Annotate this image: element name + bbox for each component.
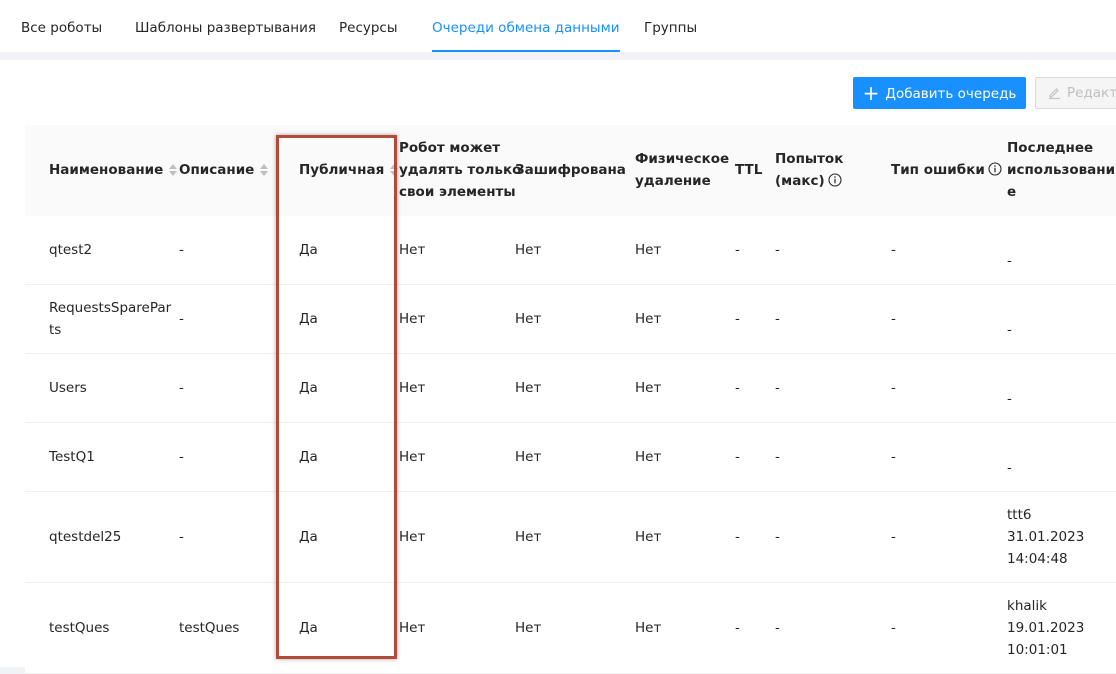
- cell-robot-delete-own: Нет: [399, 380, 426, 396]
- cell-ttl: -: [735, 311, 740, 327]
- cell-public: Да: [299, 311, 318, 327]
- column-header-description[interactable]: Описание: [179, 159, 269, 181]
- table-row[interactable]: testQues testQues Да Нет Нет Нет - - - k…: [25, 583, 1116, 674]
- sort-icon[interactable]: [169, 164, 178, 176]
- tab-bar: Все роботы Шаблоны развертывания Ресурсы…: [0, 0, 1116, 52]
- cell-encrypted: Нет: [515, 242, 542, 258]
- cell-encrypted: Нет: [515, 449, 542, 465]
- cell-description: -: [179, 380, 184, 396]
- table-row[interactable]: Users - Да Нет Нет Нет - - - -: [25, 354, 1116, 423]
- cell-physical-delete: Нет: [635, 242, 662, 258]
- column-header-last-used: Последнее использовани е: [1007, 140, 1116, 200]
- column-header-attempts: Попыток (макс): [775, 151, 844, 189]
- sort-icon[interactable]: [260, 164, 269, 176]
- cell-ttl: -: [735, 242, 740, 258]
- add-queue-button[interactable]: + Добавить очередь: [853, 77, 1026, 109]
- tab-resources[interactable]: Ресурсы: [339, 0, 398, 52]
- plus-icon: +: [862, 81, 880, 105]
- cell-name[interactable]: qtestdel25: [49, 526, 121, 548]
- cell-attempts: -: [775, 242, 780, 258]
- table-row[interactable]: TestQ1 - Да Нет Нет Нет - - - -: [25, 423, 1116, 492]
- cell-attempts: -: [775, 311, 780, 327]
- column-header-robot-delete-own: Робот может удалять только свои элементы: [399, 140, 522, 200]
- cell-error-type: -: [891, 242, 896, 258]
- cell-description: testQues: [179, 620, 240, 636]
- cell-last-used: -: [1007, 322, 1012, 338]
- cell-error-type: -: [891, 529, 896, 545]
- edit-button[interactable]: Редакт: [1035, 77, 1116, 109]
- column-header-public[interactable]: Публичная: [299, 159, 399, 181]
- add-queue-label: Добавить очередь: [885, 86, 1017, 102]
- tab-groups[interactable]: Группы: [644, 0, 697, 52]
- cell-last-used: -: [1007, 460, 1012, 476]
- cell-robot-delete-own: Нет: [399, 242, 426, 258]
- cell-robot-delete-own: Нет: [399, 620, 426, 636]
- column-header-error-type: Тип ошибки: [891, 159, 1002, 181]
- tab-all-robots[interactable]: Все роботы: [21, 0, 102, 52]
- cell-encrypted: Нет: [515, 380, 542, 396]
- edit-icon: [1049, 88, 1060, 100]
- column-header-encrypted: Зашифрована: [515, 162, 626, 178]
- cell-description: -: [179, 242, 184, 258]
- cell-error-type: -: [891, 449, 896, 465]
- cell-attempts: -: [775, 620, 780, 636]
- cell-attempts: -: [775, 380, 780, 396]
- cell-last-used: khalik 19.01.2023 10:01:01: [1007, 598, 1085, 658]
- cell-encrypted: Нет: [515, 529, 542, 545]
- cell-public: Да: [299, 242, 318, 258]
- cell-error-type: -: [891, 311, 896, 327]
- cell-description: -: [179, 311, 184, 327]
- cell-robot-delete-own: Нет: [399, 449, 426, 465]
- cell-last-used: -: [1007, 253, 1012, 269]
- sort-icon[interactable]: [390, 164, 399, 176]
- cell-error-type: -: [891, 620, 896, 636]
- cell-ttl: -: [735, 620, 740, 636]
- cell-physical-delete: Нет: [635, 620, 662, 636]
- cell-physical-delete: Нет: [635, 311, 662, 327]
- cell-physical-delete: Нет: [635, 380, 662, 396]
- cell-attempts: -: [775, 529, 780, 545]
- info-icon[interactable]: [828, 173, 842, 187]
- column-header-ttl: TTL: [735, 162, 763, 178]
- table-header: Наименование Описание Публичная Робот мо…: [25, 125, 1116, 217]
- cell-description: -: [179, 449, 184, 465]
- cell-name[interactable]: RequestsSparePar ts: [49, 297, 171, 341]
- cell-last-used: ttt6 31.01.2023 14:04:48: [1007, 507, 1085, 567]
- cell-encrypted: Нет: [515, 311, 542, 327]
- cell-public: Да: [299, 449, 318, 465]
- tab-deployment-templates[interactable]: Шаблоны развертывания: [135, 0, 316, 52]
- cell-name[interactable]: TestQ1: [49, 446, 95, 468]
- cell-public: Да: [299, 620, 318, 636]
- table-row[interactable]: qtest2 - Да Нет Нет Нет - - - -: [25, 216, 1116, 285]
- table-row[interactable]: qtestdel25 - Да Нет Нет Нет - - - ttt6 31…: [25, 492, 1116, 583]
- cell-public: Да: [299, 529, 318, 545]
- cell-attempts: -: [775, 449, 780, 465]
- cell-ttl: -: [735, 449, 740, 465]
- edit-label: Редакт: [1067, 85, 1116, 101]
- cell-encrypted: Нет: [515, 620, 542, 636]
- table-row[interactable]: RequestsSparePar ts - Да Нет Нет Нет - - …: [25, 285, 1116, 354]
- cell-public: Да: [299, 380, 318, 396]
- column-header-physical-delete: Физическое удаление: [635, 151, 730, 189]
- cell-physical-delete: Нет: [635, 529, 662, 545]
- cell-error-type: -: [891, 380, 896, 396]
- cell-name[interactable]: Users: [49, 377, 87, 399]
- cell-last-used: -: [1007, 391, 1012, 407]
- tab-data-queues[interactable]: Очереди обмена данными: [432, 0, 620, 52]
- cell-robot-delete-own: Нет: [399, 311, 426, 327]
- column-header-name[interactable]: Наименование: [49, 159, 178, 181]
- info-icon[interactable]: [988, 162, 1002, 176]
- cell-description: -: [179, 529, 184, 545]
- cell-name[interactable]: qtest2: [49, 239, 92, 261]
- cell-physical-delete: Нет: [635, 449, 662, 465]
- cell-ttl: -: [735, 529, 740, 545]
- cell-ttl: -: [735, 380, 740, 396]
- cell-robot-delete-own: Нет: [399, 529, 426, 545]
- cell-name[interactable]: testQues: [49, 617, 109, 639]
